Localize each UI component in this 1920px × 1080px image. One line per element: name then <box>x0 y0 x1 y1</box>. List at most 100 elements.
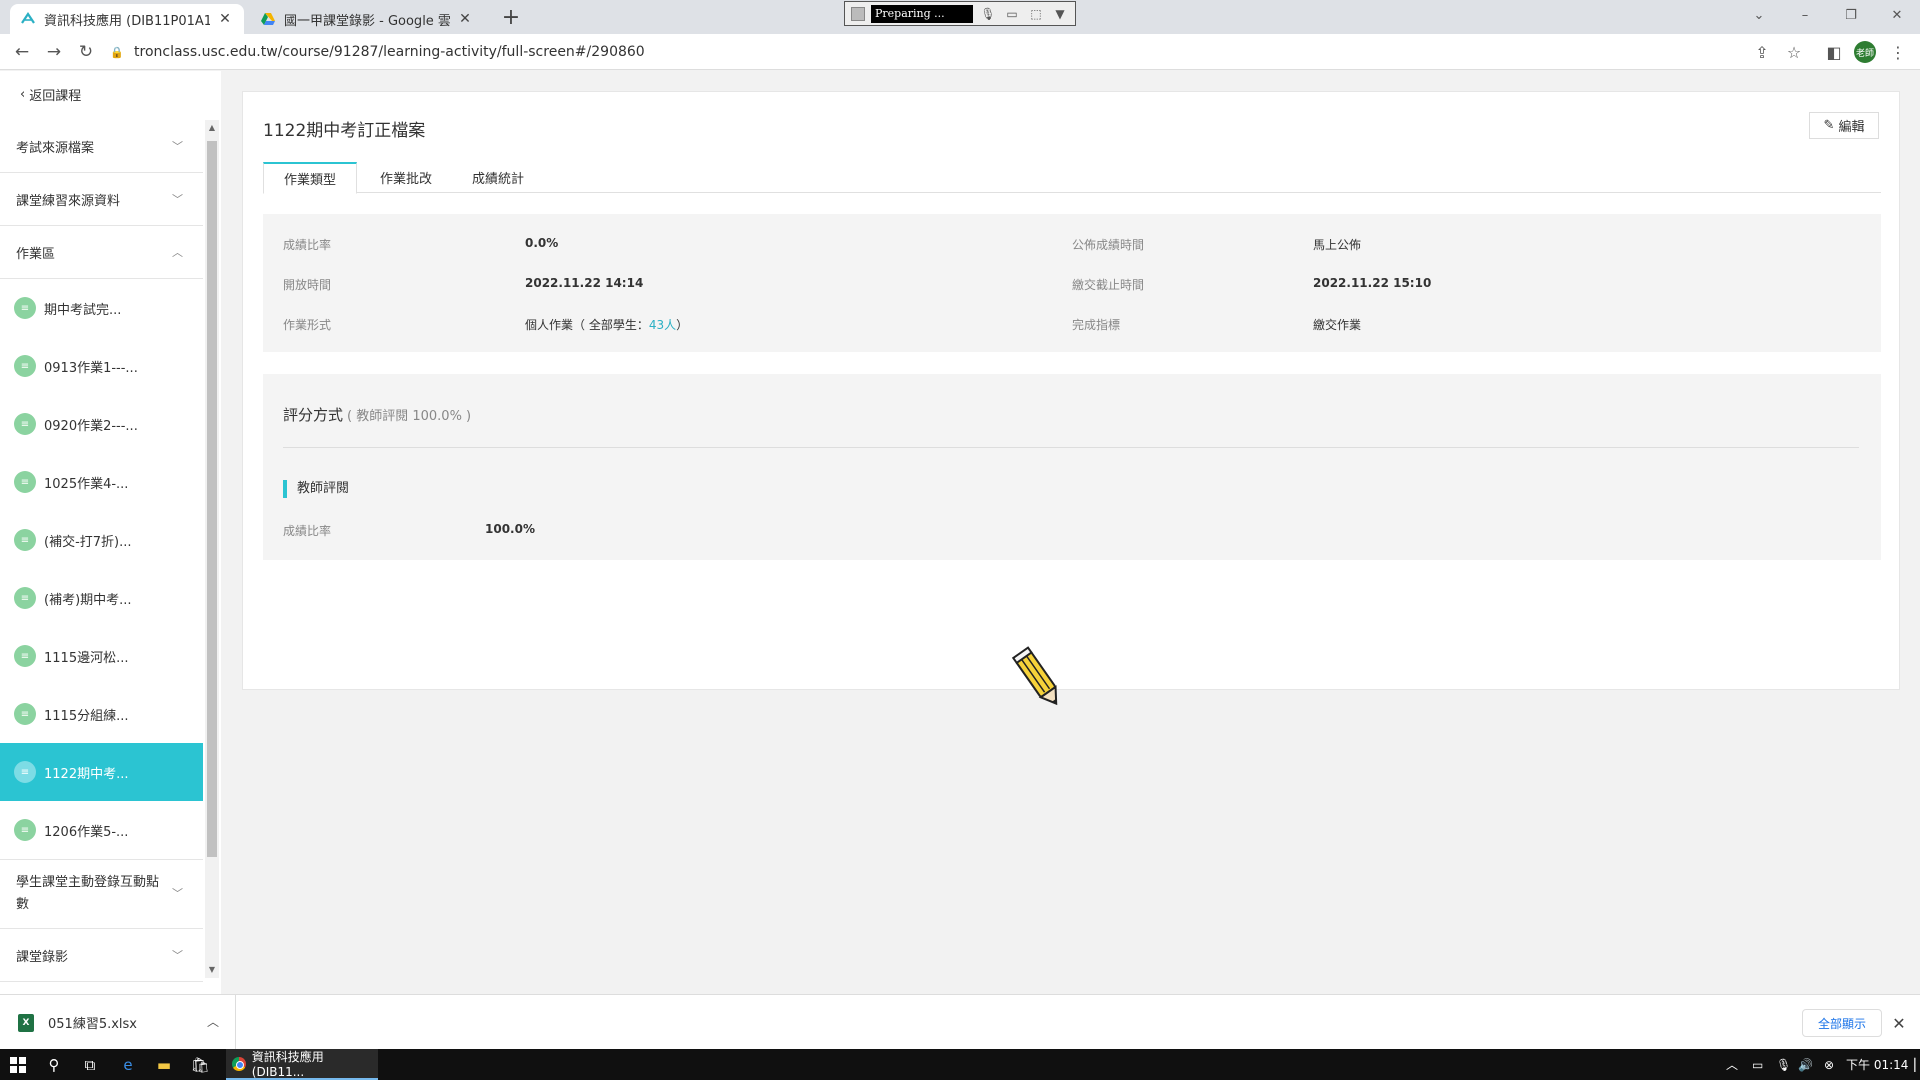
publish-time-label: 公佈成績時間 <box>1072 238 1145 252</box>
scroll-up-arrow-icon[interactable]: ▲ <box>207 123 217 132</box>
scroll-down-arrow-icon[interactable]: ▼ <box>207 965 217 974</box>
close-window-button[interactable]: ✕ <box>1874 0 1920 30</box>
taskbar-chrome-app[interactable]: 資訊科技應用 (DIB11... <box>226 1049 378 1080</box>
tab-score-stats[interactable]: 成績統計 <box>455 162 541 193</box>
teacher-review-heading: 教師評閱 <box>283 480 349 498</box>
homework-icon: ≡ <box>14 703 36 725</box>
file-explorer-icon[interactable]: ▬ <box>146 1049 182 1080</box>
dropdown-arrow-icon[interactable]: ▼ <box>1051 7 1069 21</box>
minimize-button[interactable]: – <box>1782 0 1828 30</box>
back-arrow-icon[interactable]: ← <box>8 38 36 66</box>
sidebar-section-practice-materials[interactable]: 課堂練習來源資料 ﹀ <box>0 173 203 226</box>
activity-item[interactable]: ≡ (補考)期中考... <box>0 569 203 627</box>
volume-icon[interactable]: 🔊 <box>1798 1049 1813 1080</box>
homework-type-value: 個人作業（ 全部學生：43人） <box>525 316 688 333</box>
sidebar-scroll-area[interactable]: 考試來源檔案 ﹀ 課堂練習來源資料 ﹀ 作業區 ︿ ≡ 期中考試完... ≡ 091… <box>0 120 203 993</box>
tab-search-icon[interactable]: ⌄ <box>1736 0 1782 30</box>
microphone-icon[interactable]: 🎙 <box>979 7 997 21</box>
browser-tab-active[interactable]: 資訊科技應用 (DIB11P01A1) - 3 ✕ <box>10 4 244 34</box>
download-item[interactable]: X 051練習5.xlsx ︿ <box>0 995 236 1050</box>
section-label: 作業區 <box>16 246 56 262</box>
share-icon[interactable]: ⇪ <box>1748 38 1776 66</box>
activity-label: 1122期中考... <box>44 766 129 782</box>
activity-item[interactable]: ≡ 1206作業5-... <box>0 801 203 859</box>
info-row: 成績比率 0.0% 公佈成績時間 馬上公佈 <box>263 236 1881 256</box>
tab-grading[interactable]: 作業批改 <box>363 162 449 193</box>
homework-type-label: 作業形式 <box>283 318 332 332</box>
recorder-status: Preparing ... <box>871 4 973 23</box>
section-label: 課堂練習來源資料 <box>16 193 121 209</box>
store-icon[interactable]: 🛍 <box>182 1049 218 1080</box>
chevron-left-icon: ‹ <box>20 87 26 102</box>
task-view-icon[interactable]: ⧉ <box>72 1049 108 1080</box>
chevron-down-icon: ﹀ <box>172 193 183 206</box>
teacher-ratio-value: 100.0% <box>485 522 535 536</box>
sidebar-scrollbar-thumb[interactable] <box>207 141 217 857</box>
chevron-up-icon[interactable]: ︿ <box>207 1013 219 1030</box>
activity-item[interactable]: ≡ 0913作業1---... <box>0 337 203 395</box>
recorder-stop-icon[interactable] <box>851 6 865 21</box>
tab-close-icon[interactable]: ✕ <box>216 10 234 28</box>
restore-button[interactable]: ❐ <box>1828 0 1874 30</box>
microphone-tray-icon[interactable]: 🎙 <box>1776 1049 1791 1080</box>
new-tab-button[interactable]: + <box>498 6 524 32</box>
chevron-up-icon: ︿ <box>172 246 183 259</box>
tab-homework-type[interactable]: 作業類型 <box>263 162 357 194</box>
show-all-button[interactable]: 全部顯示 <box>1802 1009 1882 1037</box>
activity-label: 1206作業5-... <box>44 824 129 840</box>
side-panel-icon[interactable]: ◧ <box>1820 38 1848 66</box>
homework-icon: ≡ <box>14 355 36 377</box>
activity-item[interactable]: ≡ 1115分組練... <box>0 685 203 743</box>
taskbar-clock[interactable]: 下午 01:14 <box>1846 1049 1908 1080</box>
activity-label: 0913作業1---... <box>44 360 138 376</box>
sidebar-section-class-recordings[interactable]: 課堂錄影 ﹀ <box>0 929 203 982</box>
activity-label: (補交-打7折)... <box>44 534 132 550</box>
network-icon[interactable]: ▭ <box>1752 1049 1763 1080</box>
activity-item[interactable]: ≡ 0920作業2---... <box>0 395 203 453</box>
search-icon[interactable]: ⚲ <box>36 1049 72 1080</box>
completion-criteria-value: 繳交作業 <box>1313 318 1362 332</box>
homework-icon: ≡ <box>14 645 36 667</box>
google-drive-icon <box>260 11 276 27</box>
tab-close-icon[interactable]: ✕ <box>456 10 474 28</box>
show-desktop-button[interactable]: ▕ <box>1906 1049 1915 1080</box>
sidebar-section-interaction-points[interactable]: 學生課堂主動登錄互動點數 ﹀ <box>0 859 203 929</box>
forward-arrow-icon[interactable]: → <box>40 38 68 66</box>
homework-icon: ≡ <box>14 471 36 493</box>
tab-title: 資訊科技應用 (DIB11P01A1) - 3 <box>44 13 210 29</box>
edit-icon: ✎ <box>1823 118 1835 133</box>
activity-item[interactable]: ≡ 1025作業4-... <box>0 453 203 511</box>
tray-expand-icon[interactable]: ︿ <box>1726 1049 1738 1080</box>
activity-label: 0920作業2---... <box>44 418 138 434</box>
activity-item[interactable]: ≡ 期中考試完... <box>0 279 203 337</box>
open-time-label: 開放時間 <box>283 278 332 292</box>
chevron-down-icon: ﹀ <box>172 949 183 962</box>
camera-icon[interactable]: ▭ <box>1003 7 1021 21</box>
reload-icon[interactable]: ↻ <box>72 38 100 66</box>
activity-label: 1025作業4-... <box>44 476 129 492</box>
activity-item-selected[interactable]: ≡ 1122期中考... <box>0 743 203 801</box>
kebab-menu-icon[interactable]: ⋮ <box>1884 38 1912 66</box>
star-bookmark-icon[interactable]: ☆ <box>1780 38 1808 66</box>
section-label: 課堂錄影 <box>16 949 69 965</box>
activity-item[interactable]: ≡ (補交-打7折)... <box>0 511 203 569</box>
homework-type-suffix: ） <box>676 318 689 332</box>
sidebar-section-homework[interactable]: 作業區 ︿ <box>0 226 203 279</box>
chevron-down-icon: ﹀ <box>172 140 183 153</box>
notification-off-icon[interactable]: ⊗ <box>1824 1049 1834 1080</box>
back-to-course-link[interactable]: ‹ 返回課程 <box>20 85 81 104</box>
page-title: 1122期中考訂正檔案 <box>263 121 426 141</box>
edit-button[interactable]: ✎ 編輯 <box>1809 112 1879 139</box>
windows-start-icon[interactable] <box>0 1049 36 1080</box>
download-bar: X 051練習5.xlsx ︿ 全部顯示 ✕ <box>0 994 1920 1050</box>
open-time-value: 2022.11.22 14:14 <box>525 276 644 290</box>
address-bar[interactable]: 🔒 tronclass.usc.edu.tw/course/91287/lear… <box>110 38 1750 66</box>
region-select-icon[interactable]: ⬚ <box>1027 7 1045 21</box>
activity-item[interactable]: ≡ 1115邊河松... <box>0 627 203 685</box>
sidebar-section-exam-files[interactable]: 考試來源檔案 ﹀ <box>0 120 203 173</box>
student-count-link[interactable]: 43人 <box>649 318 676 332</box>
close-download-bar-icon[interactable]: ✕ <box>1888 1009 1910 1037</box>
profile-avatar[interactable]: 老師 <box>1854 41 1876 63</box>
browser-tab[interactable]: 國一甲課堂錄影 - Google 雲端硬 ✕ <box>250 4 484 34</box>
edge-browser-icon[interactable]: e <box>110 1049 146 1080</box>
